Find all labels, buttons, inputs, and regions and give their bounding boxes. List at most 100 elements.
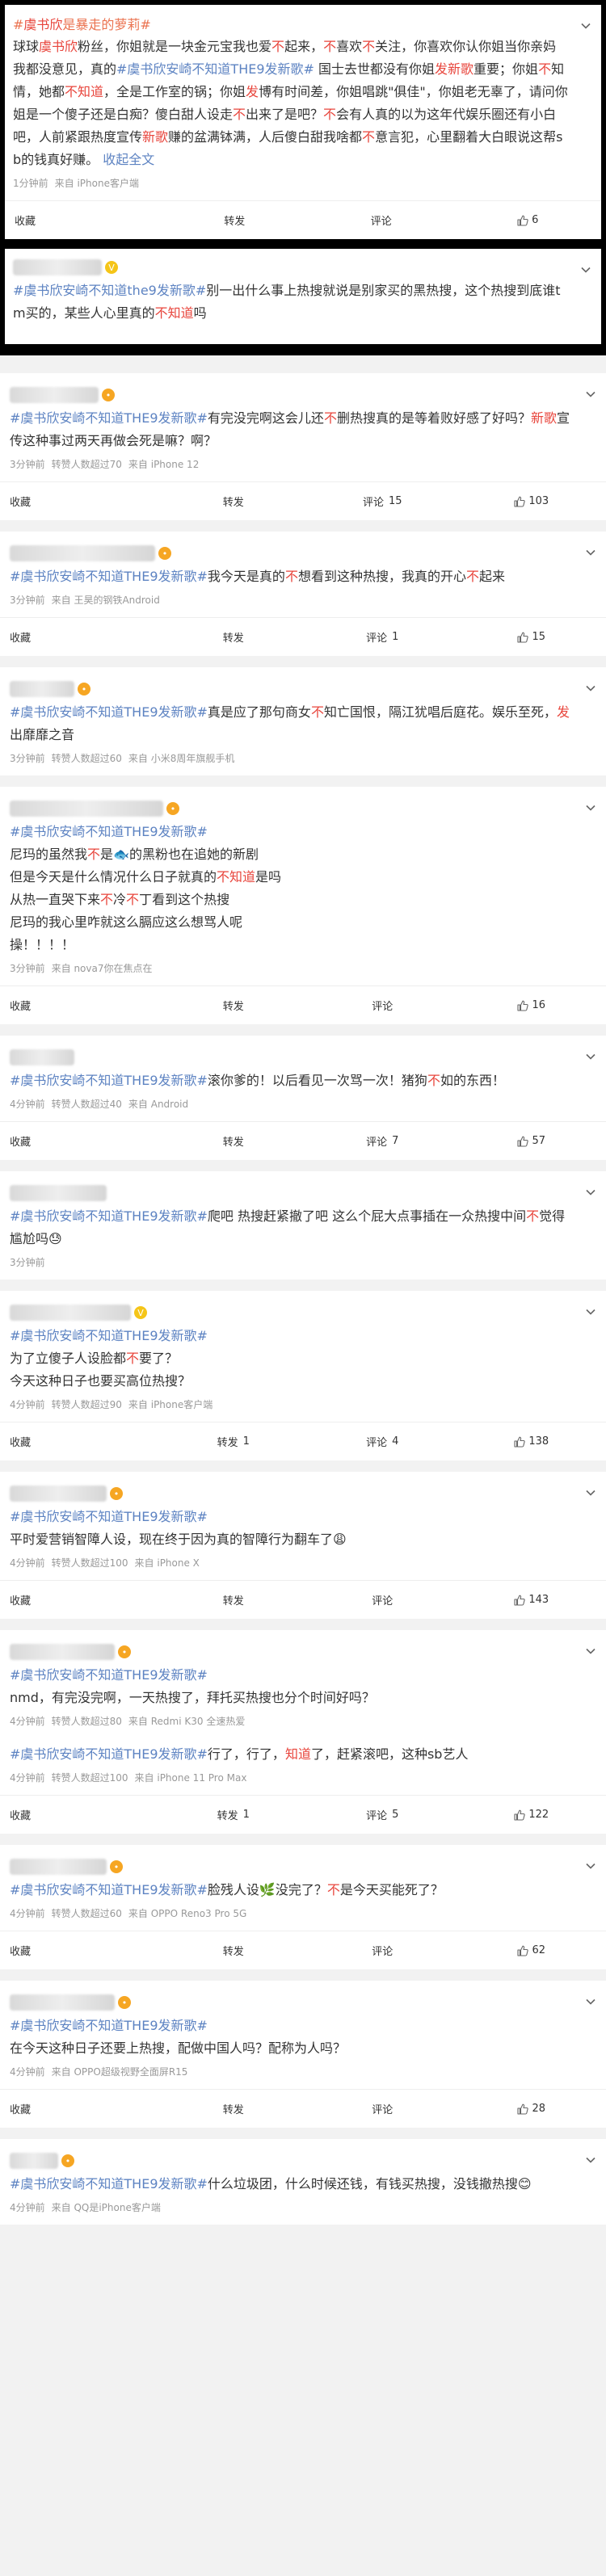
comment-button[interactable]: 评论 15	[308, 482, 457, 520]
action-bar: 收藏 转发 1 评论 5 122	[0, 1795, 606, 1834]
topic-link[interactable]: #虞书欣安崎不知道THE9发新歌#	[10, 1746, 208, 1762]
chevron-down-icon[interactable]	[585, 1486, 596, 1498]
collect-button[interactable]: 收藏	[0, 618, 159, 656]
collect-button[interactable]: 收藏	[5, 201, 162, 239]
chevron-down-icon[interactable]	[585, 682, 596, 693]
comment-button[interactable]: 评论	[308, 201, 455, 239]
post-time: 4分钟前	[10, 1772, 45, 1784]
repost-button[interactable]: 转发	[159, 986, 309, 1024]
like-button[interactable]: 62	[457, 1931, 606, 1969]
repost-button[interactable]: 转发	[159, 2090, 309, 2128]
like-button[interactable]: 143	[457, 1581, 606, 1619]
topic-link[interactable]: #虞书欣安崎不知道THE9发新歌#	[10, 2176, 208, 2191]
topic-link[interactable]: #虞书欣安崎不知道THE9发新歌#	[116, 61, 314, 77]
text-segment: 行了，行了，	[207, 1746, 285, 1762]
collect-button[interactable]: 收藏	[0, 1581, 159, 1619]
username-blurred[interactable]	[10, 2153, 58, 2169]
post-source: 来自 小米8周年旗舰手机	[128, 753, 235, 764]
vip-badge-icon: •	[118, 1645, 131, 1658]
repost-button[interactable]: 转发	[159, 1122, 309, 1160]
collect-button[interactable]: 收藏	[0, 1796, 159, 1834]
topic-link[interactable]: #虞书欣安崎不知道THE9发新歌#	[10, 1328, 208, 1343]
collect-button[interactable]: 收藏	[0, 482, 159, 520]
username-blurred[interactable]	[10, 387, 99, 403]
like-button[interactable]: 122	[457, 1796, 606, 1834]
topic-link[interactable]: #虞书欣安崎不知道THE9发新歌#	[10, 1509, 208, 1524]
repost-button[interactable]: 转发	[159, 1931, 309, 1969]
comment-button[interactable]: 评论 7	[308, 1122, 457, 1160]
chevron-down-icon[interactable]	[585, 546, 596, 557]
like-button[interactable]: 103	[457, 482, 606, 520]
chevron-down-icon[interactable]	[585, 1050, 596, 1061]
comment-button[interactable]: 评论 5	[308, 1796, 457, 1834]
chevron-down-icon[interactable]	[585, 1186, 596, 1197]
topic-link[interactable]: #虞书欣安崎不知道THE9发新歌#	[10, 1073, 208, 1088]
like-button[interactable]: 15	[457, 618, 606, 656]
chevron-down-icon[interactable]	[580, 263, 591, 275]
username-blurred[interactable]	[10, 1994, 115, 2011]
username-blurred[interactable]	[13, 259, 102, 275]
topic-link[interactable]: #虞书欣安崎不知道THE9发新歌#	[10, 704, 208, 720]
topic-hashtag[interactable]: #虞书欣是暴走的萝莉#	[13, 14, 151, 33]
username-blurred[interactable]	[10, 801, 163, 817]
collapse-text-link[interactable]: 收起全文	[99, 152, 154, 167]
topic-link[interactable]: #虞书欣安崎不知道THE9发新歌#	[10, 2018, 208, 2033]
collect-button[interactable]: 收藏	[0, 1122, 159, 1160]
username-blurred[interactable]	[10, 1486, 107, 1502]
username-blurred[interactable]	[10, 1644, 115, 1660]
post-card: V #虞书欣安崎不知道THE9发新歌# 为了立傻子人设脸都不要了？ 今天这种日子也要买…	[0, 1291, 606, 1460]
topic-link[interactable]: #虞书欣安崎不知道THE9发新歌#	[10, 1208, 208, 1224]
username-blurred[interactable]	[10, 1859, 107, 1875]
topic-link[interactable]: #虞书欣安崎不知道THE9发新歌#	[10, 1667, 208, 1683]
post-time: 4分钟前	[10, 1399, 45, 1410]
post-card: • #虞书欣安崎不知道THE9发新歌# 尼玛的虽然我不是🐟的黑粉也在追她的新剧 但是今…	[0, 787, 606, 1024]
post-source: 来自 王昊的钢铁Android	[51, 595, 160, 606]
repost-label: 转发	[222, 1137, 244, 1149]
collect-button[interactable]: 收藏	[0, 986, 159, 1024]
post-meta: 4分钟前 转赞人数超过40 来自 Android	[10, 1092, 574, 1121]
repost-button[interactable]: 转发 1	[159, 1422, 309, 1460]
topic-link[interactable]: #虞书欣安崎不知道the9发新歌#	[13, 283, 206, 298]
like-button[interactable]: 28	[457, 2090, 606, 2128]
username-blurred[interactable]	[10, 681, 74, 697]
username-blurred[interactable]	[10, 1185, 107, 1201]
comment-button[interactable]: 评论	[308, 986, 457, 1024]
comment-button[interactable]: 评论	[308, 1931, 457, 1969]
chevron-down-icon[interactable]	[585, 1305, 596, 1317]
chevron-down-icon[interactable]	[585, 388, 596, 399]
user-row: •	[10, 1992, 574, 2013]
topic-link[interactable]: #虞书欣安崎不知道THE9发新歌#	[10, 410, 208, 426]
chevron-down-icon[interactable]	[580, 19, 591, 31]
like-button[interactable]: 6	[455, 201, 602, 239]
like-button[interactable]: 138	[457, 1422, 606, 1460]
username-blurred[interactable]	[10, 1049, 74, 1065]
chevron-down-icon[interactable]	[585, 1645, 596, 1656]
topic-link[interactable]: #虞书欣安崎不知道THE9发新歌#	[10, 1882, 208, 1897]
like-button[interactable]: 16	[457, 986, 606, 1024]
collect-button[interactable]: 收藏	[0, 1931, 159, 1969]
comment-button[interactable]: 评论	[308, 1581, 457, 1619]
repost-button[interactable]: 转发	[159, 482, 309, 520]
user-row: •	[10, 798, 574, 819]
topic-link[interactable]: #虞书欣安崎不知道THE9发新歌#	[10, 824, 208, 839]
repost-button[interactable]: 转发	[162, 201, 309, 239]
chevron-down-icon[interactable]	[585, 1860, 596, 1871]
collect-button[interactable]: 收藏	[0, 1422, 159, 1460]
username-blurred[interactable]	[10, 545, 155, 561]
comment-button[interactable]: 评论	[308, 2090, 457, 2128]
chevron-down-icon[interactable]	[585, 1995, 596, 2007]
username-blurred[interactable]	[10, 1305, 131, 1321]
collect-button[interactable]: 收藏	[0, 2090, 159, 2128]
repost-button[interactable]: 转发	[159, 1581, 309, 1619]
chevron-down-icon[interactable]	[585, 2154, 596, 2165]
like-button[interactable]: 57	[457, 1122, 606, 1160]
chevron-down-icon[interactable]	[585, 801, 596, 813]
text-segment: 想看到这种热搜，我真的开心	[297, 569, 466, 584]
repost-button[interactable]: 转发	[159, 618, 309, 656]
post-text: #虞书欣安崎不知道THE9发新歌#爬吧 热搜赶紧撤了吧 这么个屁大点事插在一众热…	[10, 1204, 574, 1250]
comment-button[interactable]: 评论 1	[308, 618, 457, 656]
topic-link[interactable]: #虞书欣安崎不知道THE9发新歌#	[10, 569, 208, 584]
repost-button[interactable]: 转发 1	[159, 1796, 309, 1834]
comment-button[interactable]: 评论 4	[308, 1422, 457, 1460]
post-text: #虞书欣安崎不知道THE9发新歌# 为了立傻子人设脸都不要了？ 今天这种日子也要买高…	[10, 1323, 574, 1393]
